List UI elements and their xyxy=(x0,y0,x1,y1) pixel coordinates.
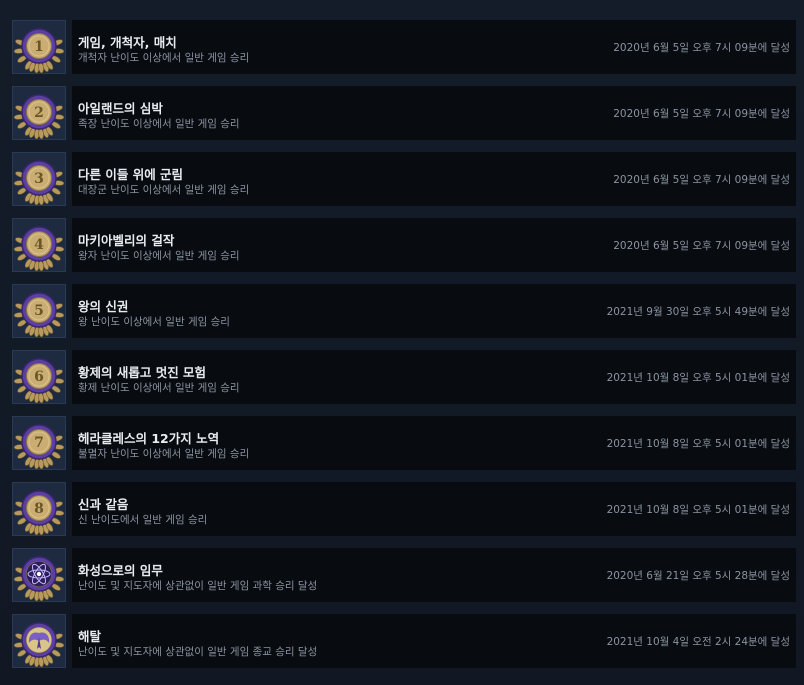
achievement-title: 해탈 xyxy=(78,629,102,644)
achievement-badge: 4 xyxy=(12,218,66,272)
achievement-badge: 7 xyxy=(12,416,66,470)
achievement-unlock-date: 2020년 6월 5일 오후 7시 09분에 달성 xyxy=(613,174,790,186)
achievement-row[interactable]: 2 아일랜드의 심박 족장 난이도 이상에서 일반 게임 승리 2020년 6월… xyxy=(10,86,796,144)
achievement-title: 왕의 신권 xyxy=(78,299,129,314)
achievement-description: 개척자 난이도 이상에서 일반 게임 승리 xyxy=(78,52,250,64)
achievement-unlock-date: 2020년 6월 5일 오후 7시 09분에 달성 xyxy=(613,108,790,120)
achievement-bar: 아일랜드의 심박 족장 난이도 이상에서 일반 게임 승리 2020년 6월 5… xyxy=(72,86,796,140)
numeral-8-icon: 8 xyxy=(13,490,65,535)
achievement-badge: 6 xyxy=(12,350,66,404)
svg-text:4: 4 xyxy=(34,237,44,253)
achievement-title: 게임, 개척자, 매치 xyxy=(78,35,177,50)
achievement-unlock-date: 2020년 6월 21일 오후 5시 28분에 달성 xyxy=(606,570,790,582)
achievement-badge xyxy=(12,548,66,602)
achievement-badge xyxy=(12,614,66,668)
achievement-unlock-date: 2021년 10월 8일 오후 5시 01분에 달성 xyxy=(606,372,790,384)
numeral-2-icon: 2 xyxy=(13,94,65,139)
achievement-bar: 해탈 난이도 및 지도자에 상관없이 일반 게임 종교 승리 달성 2021년 … xyxy=(72,614,796,668)
achievement-badge: 3 xyxy=(12,152,66,206)
achievement-bar: 헤라클레스의 12가지 노역 불멸자 난이도 이상에서 일반 게임 승리 202… xyxy=(72,416,796,470)
achievement-unlock-date: 2020년 6월 5일 오후 7시 09분에 달성 xyxy=(613,42,790,54)
achievement-row[interactable]: 화성으로의 임무 난이도 및 지도자에 상관없이 일반 게임 과학 승리 달성 … xyxy=(10,548,796,606)
achievement-bar: 신과 같음 신 난이도에서 일반 게임 승리 2021년 10월 8일 오후 5… xyxy=(72,482,796,536)
achievement-row[interactable]: 5 왕의 신권 왕 난이도 이상에서 일반 게임 승리 2021년 9월 30일… xyxy=(10,284,796,342)
achievement-unlock-date: 2021년 10월 8일 오후 5시 01분에 달성 xyxy=(606,504,790,516)
achievement-description: 왕자 난이도 이상에서 일반 게임 승리 xyxy=(78,250,240,262)
angel-wings-icon xyxy=(13,622,65,667)
achievement-description: 난이도 및 지도자에 상관없이 일반 게임 과학 승리 달성 xyxy=(78,580,318,592)
numeral-5-icon: 5 xyxy=(13,292,65,337)
achievement-bar: 다른 이들 위에 군림 대장군 난이도 이상에서 일반 게임 승리 2020년 … xyxy=(72,152,796,206)
svg-text:1: 1 xyxy=(34,39,44,55)
svg-text:7: 7 xyxy=(34,435,44,451)
achievement-badge: 2 xyxy=(12,86,66,140)
achievement-unlock-date: 2021년 10월 4일 오전 2시 24분에 달성 xyxy=(606,636,790,648)
svg-text:6: 6 xyxy=(34,369,44,385)
achievement-bar: 마키아벨리의 걸작 왕자 난이도 이상에서 일반 게임 승리 2020년 6월 … xyxy=(72,218,796,272)
achievement-row[interactable]: 8 신과 같음 신 난이도에서 일반 게임 승리 2021년 10월 8일 오후… xyxy=(10,482,796,540)
achievement-row[interactable]: 7 헤라클레스의 12가지 노역 불멸자 난이도 이상에서 일반 게임 승리 2… xyxy=(10,416,796,474)
achievement-description: 황제 난이도 이상에서 일반 게임 승리 xyxy=(78,382,240,394)
achievement-row[interactable]: 해탈 난이도 및 지도자에 상관없이 일반 게임 종교 승리 달성 2021년 … xyxy=(10,614,796,672)
achievement-row[interactable]: 1 게임, 개척자, 매치 개척자 난이도 이상에서 일반 게임 승리 2020… xyxy=(10,20,796,78)
achievement-title: 황제의 새롭고 멋진 모험 xyxy=(78,365,207,380)
achievement-list: 1 게임, 개척자, 매치 개척자 난이도 이상에서 일반 게임 승리 2020… xyxy=(0,0,804,685)
achievement-unlock-date: 2020년 6월 5일 오후 7시 09분에 달성 xyxy=(613,240,790,252)
achievement-row[interactable]: 6 황제의 새롭고 멋진 모험 황제 난이도 이상에서 일반 게임 승리 202… xyxy=(10,350,796,408)
svg-text:5: 5 xyxy=(34,303,44,319)
numeral-6-icon: 6 xyxy=(13,358,65,403)
achievement-badge: 5 xyxy=(12,284,66,338)
achievement-title: 마키아벨리의 걸작 xyxy=(78,233,175,248)
atom-icon xyxy=(13,556,65,601)
achievement-title: 신과 같음 xyxy=(78,497,129,512)
achievement-bar: 황제의 새롭고 멋진 모험 황제 난이도 이상에서 일반 게임 승리 2021년… xyxy=(72,350,796,404)
achievement-badge: 8 xyxy=(12,482,66,536)
svg-text:3: 3 xyxy=(34,171,44,187)
svg-text:2: 2 xyxy=(34,105,44,121)
achievement-badge: 1 xyxy=(12,20,66,74)
achievement-description: 왕 난이도 이상에서 일반 게임 승리 xyxy=(78,316,230,328)
achievement-description: 불멸자 난이도 이상에서 일반 게임 승리 xyxy=(78,448,250,460)
achievement-row[interactable]: 4 마키아벨리의 걸작 왕자 난이도 이상에서 일반 게임 승리 2020년 6… xyxy=(10,218,796,276)
numeral-1-icon: 1 xyxy=(13,28,65,73)
achievement-row[interactable]: 3 다른 이들 위에 군림 대장군 난이도 이상에서 일반 게임 승리 2020… xyxy=(10,152,796,210)
achievement-bar: 왕의 신권 왕 난이도 이상에서 일반 게임 승리 2021년 9월 30일 오… xyxy=(72,284,796,338)
achievement-title: 헤라클레스의 12가지 노역 xyxy=(78,431,220,446)
achievement-unlock-date: 2021년 9월 30일 오후 5시 49분에 달성 xyxy=(606,306,790,318)
achievement-title: 아일랜드의 심박 xyxy=(78,101,163,116)
achievement-description: 족장 난이도 이상에서 일반 게임 승리 xyxy=(78,118,240,130)
numeral-4-icon: 4 xyxy=(13,226,65,271)
achievement-description: 난이도 및 지도자에 상관없이 일반 게임 종교 승리 달성 xyxy=(78,646,318,658)
achievement-description: 대장군 난이도 이상에서 일반 게임 승리 xyxy=(78,184,250,196)
achievement-unlock-date: 2021년 10월 8일 오후 5시 01분에 달성 xyxy=(606,438,790,450)
achievement-bar: 화성으로의 임무 난이도 및 지도자에 상관없이 일반 게임 과학 승리 달성 … xyxy=(72,548,796,602)
numeral-3-icon: 3 xyxy=(13,160,65,205)
achievement-bar: 게임, 개척자, 매치 개척자 난이도 이상에서 일반 게임 승리 2020년 … xyxy=(72,20,796,74)
svg-text:8: 8 xyxy=(34,501,44,517)
achievement-title: 다른 이들 위에 군림 xyxy=(78,167,184,182)
numeral-7-icon: 7 xyxy=(13,424,65,469)
achievement-description: 신 난이도에서 일반 게임 승리 xyxy=(78,514,208,526)
achievement-title: 화성으로의 임무 xyxy=(78,563,163,578)
